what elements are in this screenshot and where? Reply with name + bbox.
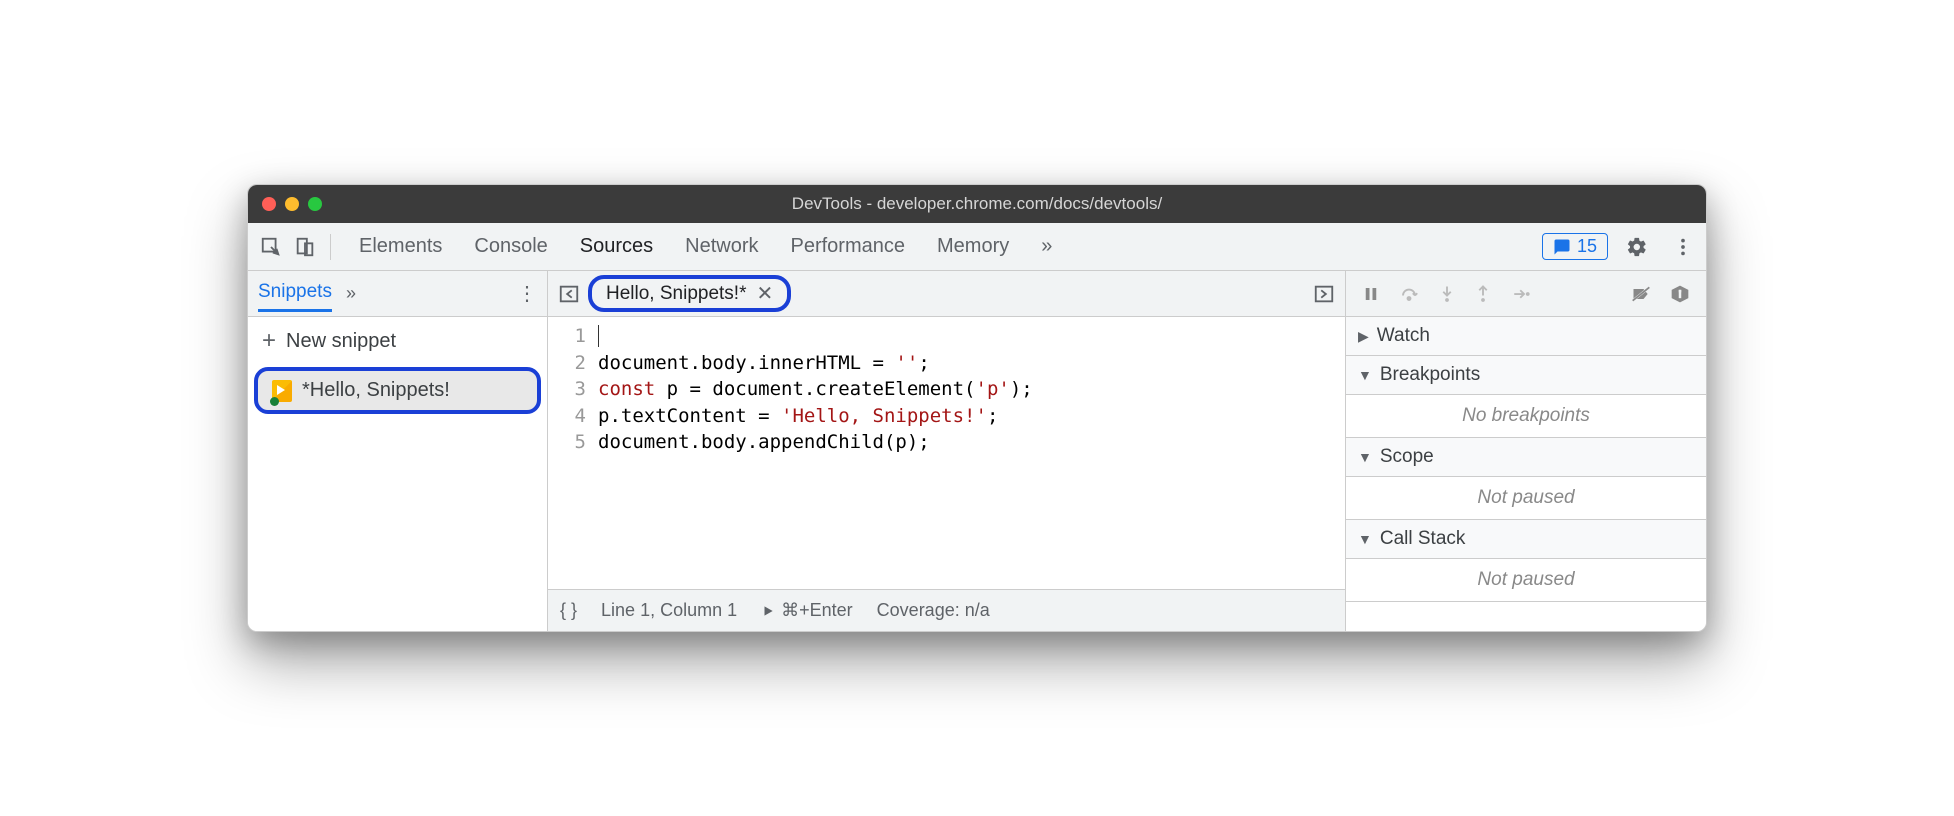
close-tab-icon[interactable]: ✕ [756,281,773,306]
section-title: Scope [1380,446,1434,468]
tab-memory[interactable]: Memory [935,229,1011,264]
code-line[interactable]: p.textContent = 'Hello, Snippets!'; [598,403,1345,430]
pause-on-exceptions-icon[interactable] [1670,284,1690,304]
show-navigator-icon[interactable] [556,281,582,307]
section-title: Call Stack [1380,528,1466,550]
pause-icon[interactable] [1362,285,1380,303]
line-number: 4 [548,403,598,430]
device-toolbar-icon[interactable] [288,230,322,264]
navigator-tab-snippets[interactable]: Snippets [258,281,332,312]
code-line[interactable]: document.body.innerHTML = ''; [598,350,1345,377]
minimize-window-button[interactable] [285,197,299,211]
disclosure-triangle-icon: ▼ [1358,367,1372,383]
navigator-overflow[interactable]: » [346,283,356,304]
traffic-lights [262,197,322,211]
cursor-position: Line 1, Column 1 [601,600,737,621]
tab-performance[interactable]: Performance [789,229,908,264]
debugger-toolbar [1346,271,1706,317]
devtools-window: DevTools - developer.chrome.com/docs/dev… [247,184,1707,632]
toolbar-divider [330,234,331,260]
inspect-element-icon[interactable] [254,230,288,264]
editor-footer: { } Line 1, Column 1 ⌘+Enter Coverage: n… [548,589,1345,631]
debugger-section-header[interactable]: ▶ Watch [1346,317,1706,356]
line-number: 2 [548,350,598,377]
debugger-section-header[interactable]: ▼ Call Stack [1346,520,1706,559]
navigator-header: Snippets » ⋮ [248,271,547,317]
editor-header: Hello, Snippets!* ✕ [548,271,1345,317]
panel-tabs: Elements Console Sources Network Perform… [357,229,1054,264]
tabs-overflow[interactable]: » [1039,229,1054,264]
settings-icon[interactable] [1620,230,1654,264]
run-snippet-button[interactable]: ⌘+Enter [761,600,853,621]
tab-sources[interactable]: Sources [578,229,655,264]
tab-console[interactable]: Console [472,229,549,264]
sources-body: Snippets » ⋮ + New snippet *Hello, Snipp… [248,271,1706,631]
section-body: Not paused [1346,559,1706,602]
step-icon[interactable] [1510,285,1532,303]
debugger-section-header[interactable]: ▼ Breakpoints [1346,356,1706,395]
section-title: Breakpoints [1380,364,1480,386]
plus-icon: + [262,327,276,355]
main-toolbar: Elements Console Sources Network Perform… [248,223,1706,271]
editor-pane: Hello, Snippets!* ✕ 12document.body.inne… [548,271,1346,631]
snippet-list-item[interactable]: *Hello, Snippets! [254,367,541,414]
run-hint: ⌘+Enter [781,600,853,621]
snippet-item-label: *Hello, Snippets! [302,379,450,402]
code-line[interactable]: const p = document.createElement('p'); [598,376,1345,403]
line-number: 1 [548,323,598,350]
editor-file-tab[interactable]: Hello, Snippets!* ✕ [588,275,791,312]
code-line[interactable]: document.body.appendChild(p); [598,429,1345,456]
disclosure-triangle-icon: ▶ [1358,328,1369,345]
tab-network[interactable]: Network [683,229,760,264]
step-over-icon[interactable] [1398,285,1420,303]
debugger-pane: ▶ Watch ▼ Breakpoints No breakpoints ▼ Scope No… [1346,271,1706,631]
section-body: No breakpoints [1346,395,1706,438]
navigator-pane: Snippets » ⋮ + New snippet *Hello, Snipp… [248,271,548,631]
step-into-icon[interactable] [1438,284,1456,304]
code-editor[interactable]: 12document.body.innerHTML = '';3const p … [548,317,1345,462]
pretty-print-button[interactable]: { } [560,600,577,621]
snippet-file-icon [272,380,292,402]
window-title: DevTools - developer.chrome.com/docs/dev… [248,194,1706,214]
disclosure-triangle-icon: ▼ [1358,449,1372,465]
file-tab-label: Hello, Snippets!* [606,283,746,305]
line-number: 3 [548,376,598,403]
new-snippet-label: New snippet [286,330,396,353]
section-body: Not paused [1346,477,1706,520]
line-number: 5 [548,429,598,456]
coverage-status: Coverage: n/a [877,600,990,621]
close-window-button[interactable] [262,197,276,211]
code-line[interactable] [598,323,1345,350]
section-title: Watch [1377,325,1430,347]
deactivate-breakpoints-icon[interactable] [1630,284,1652,304]
navigator-more-icon[interactable]: ⋮ [517,281,537,306]
debugger-section-header[interactable]: ▼ Scope [1346,438,1706,477]
tab-elements[interactable]: Elements [357,229,444,264]
more-icon[interactable] [1666,230,1700,264]
zoom-window-button[interactable] [308,197,322,211]
show-debugger-icon[interactable] [1311,281,1337,307]
issues-badge[interactable]: 15 [1542,233,1608,260]
issues-count: 15 [1577,236,1597,257]
new-snippet-button[interactable]: + New snippet [248,317,547,365]
step-out-icon[interactable] [1474,284,1492,304]
disclosure-triangle-icon: ▼ [1358,531,1372,547]
titlebar: DevTools - developer.chrome.com/docs/dev… [248,185,1706,223]
